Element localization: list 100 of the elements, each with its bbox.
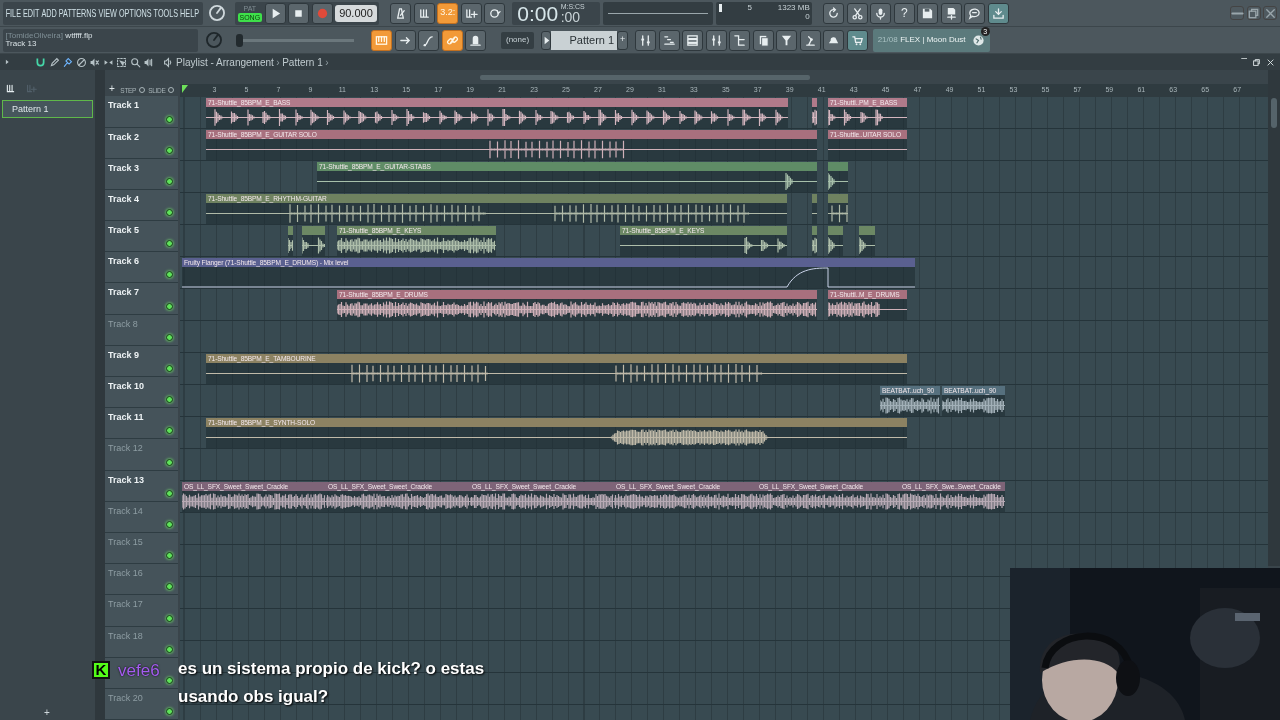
track-switch[interactable] <box>166 115 173 123</box>
select-icon[interactable] <box>116 56 127 68</box>
refresh-button[interactable] <box>823 2 845 24</box>
master-volume-knob[interactable] <box>208 4 226 22</box>
menu-item[interactable]: HELP <box>180 4 200 22</box>
track-name[interactable]: Track 6 <box>108 255 140 269</box>
audio-clip[interactable] <box>812 98 817 128</box>
toggle-button[interactable] <box>484 2 506 24</box>
scissors-button[interactable] <box>846 2 868 24</box>
plugin-picker-button[interactable] <box>776 29 798 51</box>
track-switch[interactable] <box>166 177 173 185</box>
toggle-button[interactable] <box>418 29 439 51</box>
track-switch[interactable] <box>166 645 173 653</box>
audio-clip[interactable] <box>288 226 293 256</box>
track-switch[interactable] <box>166 146 173 154</box>
breadcrumb-pattern[interactable]: Pattern 1 <box>282 54 323 70</box>
minimize-button[interactable] <box>1230 6 1244 20</box>
audio-clip[interactable] <box>812 194 817 224</box>
ban-icon[interactable] <box>75 56 87 68</box>
pattern-item[interactable]: Pattern 1 <box>2 100 93 118</box>
vertical-scrollbar[interactable] <box>1268 70 1280 566</box>
track-switch[interactable] <box>166 552 173 560</box>
track-name[interactable]: Track 4 <box>108 192 140 207</box>
browser-button[interactable] <box>729 29 751 51</box>
restore-button[interactable] <box>1246 6 1261 20</box>
save-button[interactable] <box>917 2 939 24</box>
track-switch[interactable] <box>166 489 173 497</box>
play-button[interactable] <box>264 2 286 24</box>
menu-item[interactable]: ADD <box>41 4 57 22</box>
menu-item[interactable]: TOOLS <box>153 4 179 22</box>
close-button[interactable] <box>1263 6 1277 20</box>
snap-dropdown[interactable]: (none) <box>501 31 535 49</box>
playlist-button[interactable] <box>635 29 657 51</box>
toggle-button[interactable] <box>413 2 435 24</box>
restore-icon[interactable] <box>1252 57 1261 67</box>
pattern-selector[interactable]: Pattern 1 <box>551 30 618 50</box>
track-switch[interactable] <box>166 708 173 716</box>
mute-icon[interactable] <box>89 56 100 68</box>
track-name[interactable]: Track 1 <box>108 99 140 113</box>
help-button[interactable]: ? <box>893 2 915 24</box>
chat-button[interactable] <box>964 2 986 24</box>
track-switch[interactable] <box>166 396 173 404</box>
add-pattern-button[interactable]: + <box>617 30 629 50</box>
audio-clip[interactable] <box>859 226 875 256</box>
close-icon[interactable] <box>1266 57 1275 67</box>
track-switch[interactable] <box>166 302 173 310</box>
add-pattern-button[interactable]: + <box>44 705 50 720</box>
speaker-icon[interactable] <box>143 56 154 68</box>
track-switch[interactable] <box>166 676 173 684</box>
toggle-button[interactable] <box>441 29 463 51</box>
pencil-icon[interactable] <box>48 56 60 68</box>
slider-thumb[interactable] <box>236 33 243 47</box>
track-switch[interactable] <box>166 240 173 248</box>
menu-item[interactable]: OPTIONS <box>118 4 152 22</box>
piano-roll-button[interactable] <box>658 29 680 51</box>
automation-curve[interactable] <box>182 267 915 288</box>
tempo-tap-button[interactable] <box>823 29 845 51</box>
add-track-button[interactable]: + <box>109 84 115 95</box>
search-icon[interactable] <box>129 56 141 68</box>
news-title[interactable]: FLEX | Moon Dust <box>900 34 966 46</box>
track-name[interactable]: Track 7 <box>108 286 140 300</box>
magnet-icon[interactable] <box>35 56 46 68</box>
toggle-button[interactable] <box>460 2 482 24</box>
pattern-arrow-button[interactable] <box>541 30 552 50</box>
menu-item[interactable]: EDIT <box>22 4 40 22</box>
project-button[interactable] <box>752 29 774 51</box>
minimize-icon[interactable] <box>1240 57 1247 59</box>
track-switch[interactable] <box>166 458 173 466</box>
audio-clip[interactable] <box>302 226 325 256</box>
toggle-button[interactable] <box>371 29 392 51</box>
mixer-button[interactable] <box>705 29 727 51</box>
track-switch[interactable] <box>166 209 173 217</box>
touch-button[interactable] <box>799 29 821 51</box>
tempo-display[interactable]: 90.000 <box>335 4 377 22</box>
overview-scrollbar[interactable] <box>480 74 810 80</box>
toggle-button[interactable] <box>394 29 416 51</box>
toggle-button[interactable] <box>390 2 412 24</box>
toggle-button[interactable] <box>465 29 486 51</box>
stop-button[interactable] <box>288 2 310 24</box>
audio-clip[interactable] <box>828 162 848 192</box>
download-button[interactable] <box>987 2 1009 24</box>
menu-item[interactable]: FILE <box>5 4 21 22</box>
track-name[interactable]: Track 8 <box>108 317 138 332</box>
track-switch[interactable] <box>166 520 173 528</box>
menu-item[interactable]: VIEW <box>98 4 117 22</box>
audio-clip[interactable] <box>828 226 843 256</box>
brush-icon[interactable] <box>62 56 73 68</box>
track-switch[interactable] <box>166 614 173 622</box>
track-switch[interactable] <box>166 365 173 373</box>
track-name[interactable]: Track 9 <box>108 348 140 363</box>
track-switch[interactable] <box>166 333 173 341</box>
export-button[interactable] <box>940 2 962 24</box>
shop-button[interactable] <box>846 29 868 51</box>
menu-item[interactable]: PATTERNS <box>58 4 97 22</box>
audio-clip[interactable] <box>812 226 817 256</box>
record-audio-button[interactable] <box>870 2 892 24</box>
track-switch[interactable] <box>166 583 173 591</box>
track-switch[interactable] <box>166 427 173 435</box>
track-switch[interactable] <box>166 271 173 279</box>
audio-clip[interactable] <box>828 194 848 224</box>
